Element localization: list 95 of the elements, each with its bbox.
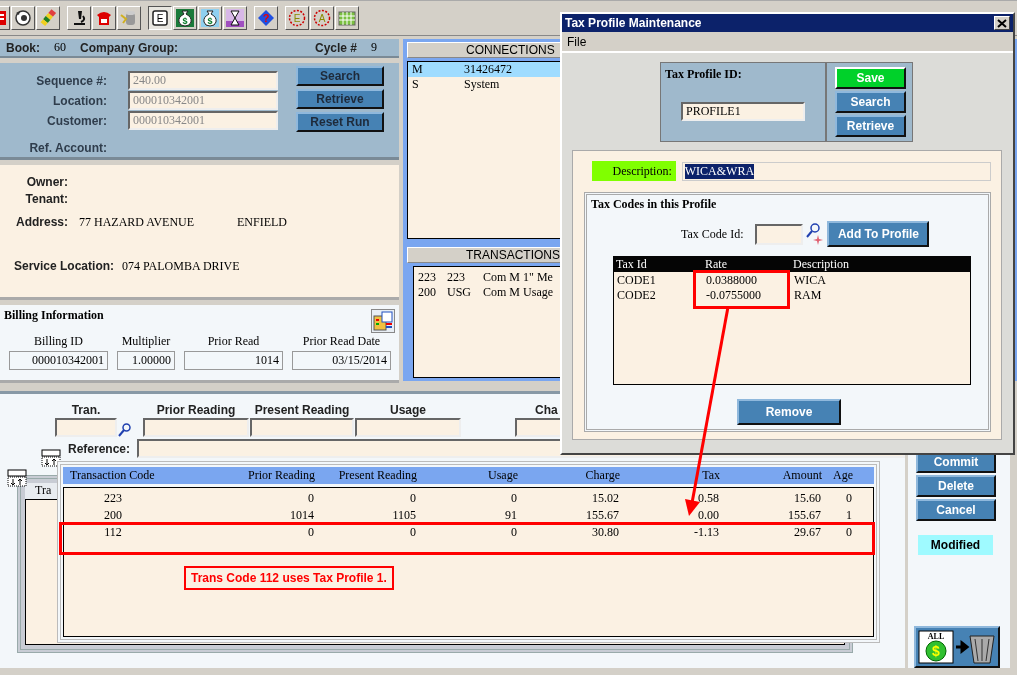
table-cell: WICA xyxy=(794,273,826,288)
calendar-icon xyxy=(338,9,356,27)
table-cell: CODE2 xyxy=(617,288,656,303)
column-label: Usage xyxy=(389,403,427,417)
billing-field[interactable]: 000010342001 xyxy=(9,351,108,370)
column-header: Present Reading xyxy=(337,468,418,483)
billing-field[interactable]: 03/15/2014 xyxy=(292,351,391,370)
table-row[interactable]: 200 1014 1105 91 155.67 0.00 155.67 1 xyxy=(59,505,875,525)
input-field[interactable]: 240.00 xyxy=(128,71,278,90)
field-label: Sequence #: xyxy=(35,73,107,88)
lookup-button[interactable]: Reset Run xyxy=(296,112,384,132)
eye-icon xyxy=(14,9,32,27)
table-cell: -0.0755000 xyxy=(706,288,761,303)
dialog-title: Tax Profile Maintenance xyxy=(565,16,702,30)
billing-field[interactable]: 1.00000 xyxy=(117,351,175,370)
column-header: Charge xyxy=(584,468,621,483)
table-cell-text: RAM xyxy=(794,288,823,303)
column-header: Prior Reading xyxy=(247,468,316,483)
lookup-button[interactable]: Retrieve xyxy=(296,89,384,109)
billing-field-label: Multiplier xyxy=(120,334,172,349)
billing-field-label: Billing ID xyxy=(33,334,84,349)
close-icon xyxy=(997,18,1007,28)
toolbar-button[interactable] xyxy=(92,6,116,30)
toolbar-button[interactable] xyxy=(223,6,247,30)
layout-button[interactable] xyxy=(371,309,396,333)
tran-field[interactable] xyxy=(55,418,117,437)
book-number: 60 xyxy=(54,40,66,55)
column-label: Present Reading xyxy=(253,403,351,417)
column-header: Transaction Code xyxy=(69,468,156,483)
input-field[interactable]: 000010342001 xyxy=(128,91,278,110)
search-button[interactable] xyxy=(118,423,131,437)
search-icon xyxy=(118,423,131,437)
description-field[interactable]: WICA&WRA xyxy=(681,161,991,181)
close-button[interactable] xyxy=(994,16,1010,30)
toolbar-button[interactable] xyxy=(11,6,35,30)
dialog-button[interactable]: Search xyxy=(835,91,906,113)
service-location-value: 074 PALOMBA DRIVE xyxy=(122,259,240,274)
remove-button[interactable]: Remove xyxy=(737,399,841,425)
layout-icon xyxy=(373,311,394,331)
lookup-button[interactable]: Search xyxy=(296,66,384,86)
owner-label: Owner: xyxy=(25,175,68,189)
action-button[interactable]: Delete xyxy=(916,475,996,497)
cycle-label: Cycle # xyxy=(315,40,358,55)
callout-note: Trans Code 112 uses Tax Profile 1. xyxy=(184,566,394,590)
company-group-label: Company Group: xyxy=(80,40,178,55)
status-badge: Modified xyxy=(918,535,993,555)
table-cell: CODE1 xyxy=(617,273,656,288)
phone-icon xyxy=(95,9,113,27)
action-button[interactable]: Cancel xyxy=(916,499,996,521)
reference-label: Reference: xyxy=(68,441,131,456)
billing-field-label: Prior Read Date xyxy=(301,334,382,349)
ref-account-label: Ref. Account: xyxy=(28,141,107,155)
add-to-profile-button[interactable]: Add To Profile xyxy=(827,221,930,247)
table-cell-text: 0.0388000 xyxy=(706,273,758,288)
dialog-button[interactable]: Retrieve xyxy=(835,115,906,137)
toolbar-button[interactable] xyxy=(335,6,359,30)
description-label: Description: xyxy=(592,161,676,181)
column-header: Tax xyxy=(701,468,721,483)
tax-code-field[interactable] xyxy=(755,223,804,245)
address-label: Address: xyxy=(15,215,68,229)
profile-id-label: Tax Profile ID: xyxy=(665,67,743,82)
tax-codes-title: Tax Codes in this Profile xyxy=(591,197,718,212)
address-value: 77 HAZARD AVENUE xyxy=(79,215,196,230)
column-label: Prior Reading xyxy=(155,403,237,417)
tran-label: Tran. xyxy=(70,403,102,417)
billing-field-label: Prior Read xyxy=(206,334,261,349)
billing-field[interactable]: 1014 xyxy=(184,351,283,370)
column-header: Usage xyxy=(487,468,519,483)
field-label: Location: xyxy=(52,93,107,108)
reading-field[interactable] xyxy=(355,418,461,437)
toolbar-button[interactable] xyxy=(117,6,141,30)
service-location-label: Service Location: xyxy=(14,259,115,273)
book-label: Book: xyxy=(6,40,40,55)
field-label: Customer: xyxy=(46,113,107,128)
column-header: Amount xyxy=(781,468,823,483)
reading-field[interactable] xyxy=(143,418,249,437)
city-value: ENFIELD xyxy=(237,215,287,230)
tax-code-label: Tax Code Id: xyxy=(681,226,744,242)
search-icon xyxy=(803,223,824,245)
sort-icon[interactable] xyxy=(7,469,27,487)
profile-id-field[interactable]: PROFILE1 xyxy=(681,102,805,121)
toolbar-button[interactable] xyxy=(36,6,60,30)
highlighted-row[interactable]: 112 0 0 0 30.80 -1.13 29.67 0 xyxy=(59,522,875,555)
input-field[interactable]: 000010342001 xyxy=(128,111,278,130)
column-label: Cha xyxy=(534,403,559,417)
tenant-label: Tenant: xyxy=(24,192,68,206)
reading-field[interactable] xyxy=(250,418,354,437)
hourglass-icon xyxy=(226,9,244,27)
sort-icon[interactable] xyxy=(41,449,61,467)
lookup-button[interactable] xyxy=(803,223,824,245)
column-header: Age xyxy=(832,468,854,483)
cycle-number: 9 xyxy=(371,40,378,55)
billing-title: Billing Information xyxy=(4,308,104,323)
pencil-icon xyxy=(39,9,57,27)
toolbar-button[interactable] xyxy=(67,6,91,30)
